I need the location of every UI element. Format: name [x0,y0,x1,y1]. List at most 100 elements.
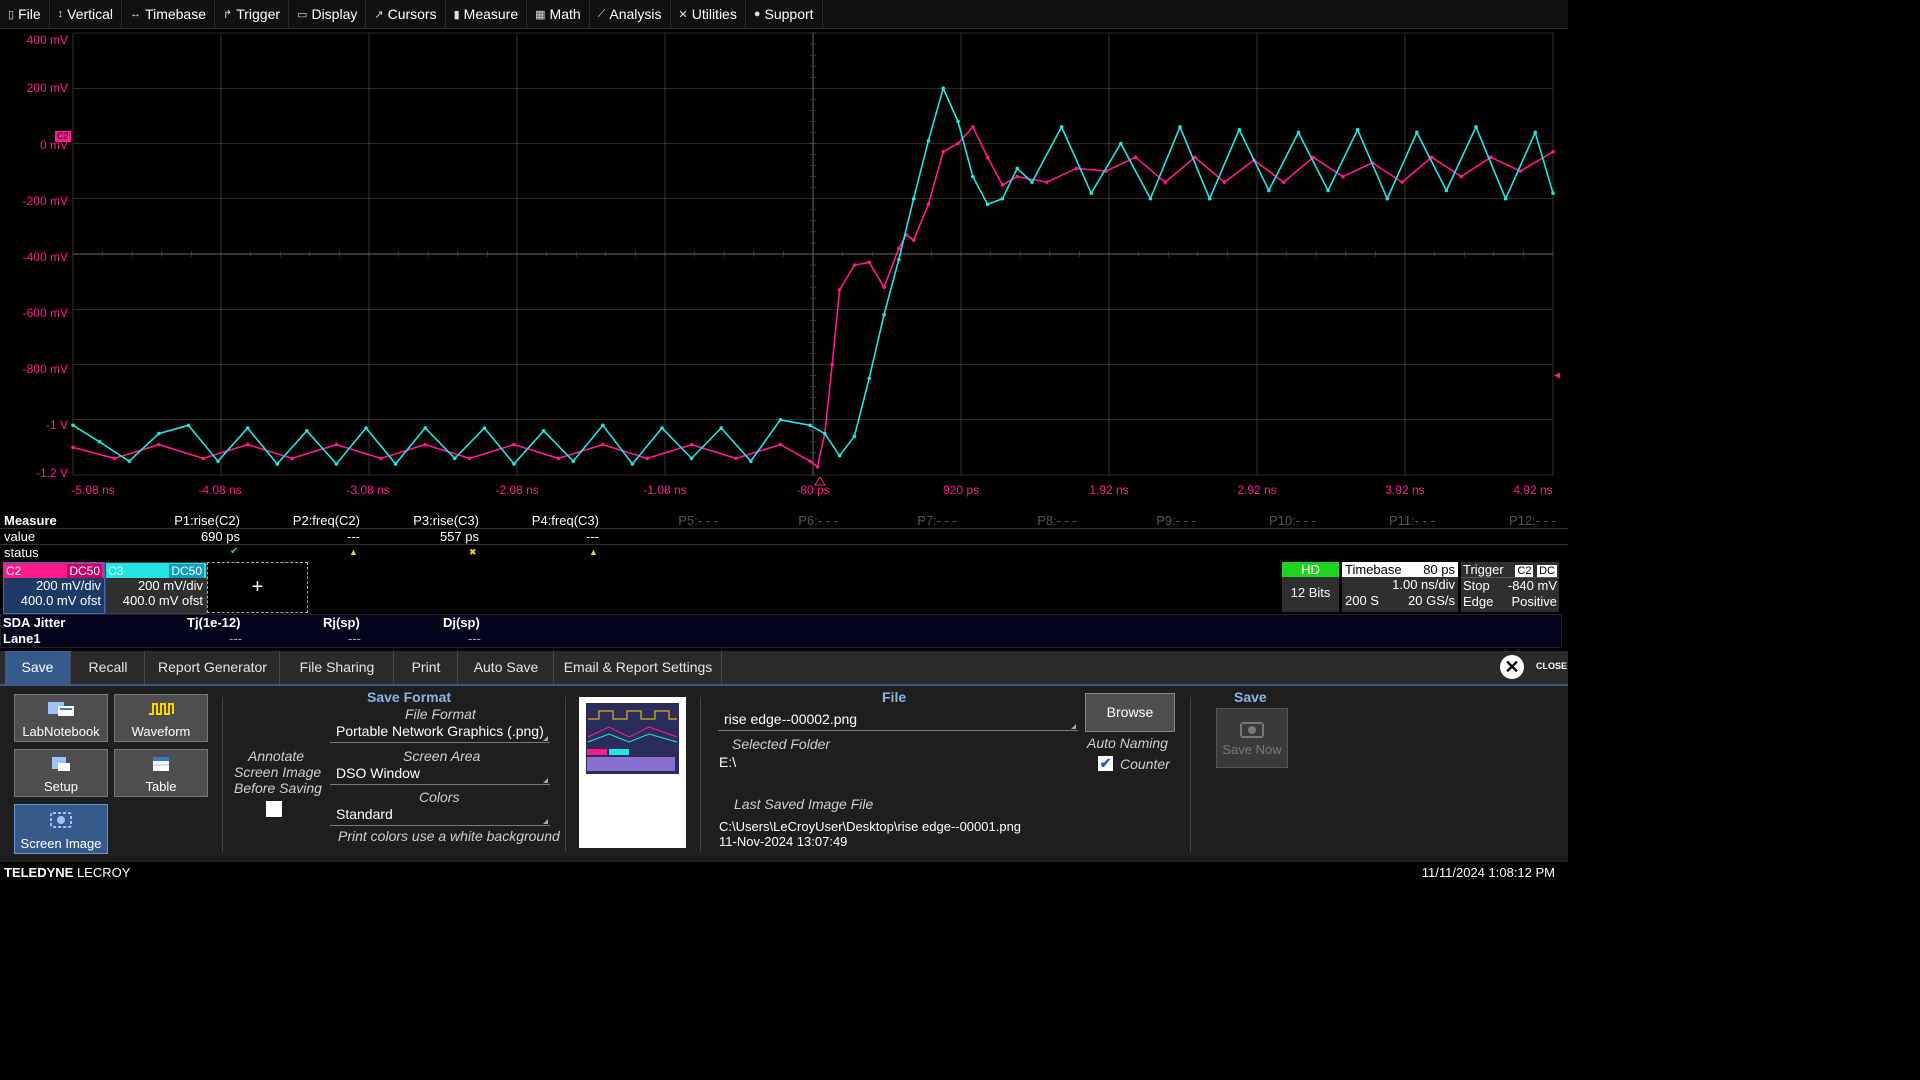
sample-point-c2 [201,456,206,461]
param-p8[interactable]: P8:- - - [1037,513,1077,528]
setup-button[interactable]: Setup [14,749,108,797]
measure-table: Measure value status P1:rise(C2) 690 ps … [0,511,1568,561]
tab-recall[interactable]: Recall [72,651,145,684]
menu-analysis[interactable]: ⟋ Analysis [590,0,671,28]
param-p5[interactable]: P5:- - - [678,513,718,528]
sample-point-c3 [867,376,872,381]
sample-point-c2 [290,456,294,461]
browse-button[interactable]: Browse [1085,693,1175,732]
sample-point-c3 [1385,196,1390,201]
menu-vertical[interactable]: ↕ Vertical [50,0,123,28]
sample-point-c2 [601,442,605,447]
tab-email-report-settings[interactable]: Email & Report Settings [555,651,722,684]
measure-icon: ▮ [453,8,460,21]
hd-status[interactable]: HD 12 Bits [1282,562,1339,612]
c2-name: C2 [6,563,22,578]
camera-icon [1217,719,1287,742]
camera-icon [15,805,107,833]
file-title: File [882,689,907,705]
sample-point-c2 [645,456,650,461]
sample-point-c3 [216,459,220,463]
sample-point-c3 [852,434,857,439]
menu-utilities[interactable]: ✕ Utilities [671,0,746,28]
timebase-descriptor[interactable]: Timebase 80 ps 1.00 ns/div 200 S 20 GS/s [1342,562,1458,612]
menu-display[interactable]: ▭ Display [289,0,367,28]
sample-point-c3 [305,429,309,433]
value-row-label: value [4,529,36,544]
menu-cursors[interactable]: ↗ Cursors [366,0,446,28]
close-icon[interactable]: ✕ [1500,655,1524,679]
channel-c3-descriptor[interactable]: C3 DC50 200 mV/div 400.0 mV ofst [105,562,207,614]
param-p2[interactable]: P2:freq(C2) [293,513,360,528]
param-p1[interactable]: P1:rise(C2) [174,513,240,528]
sample-point-c2 [808,459,812,463]
param-p9[interactable]: P9:- - - [1156,513,1196,528]
sample-point-c2 [867,260,872,265]
close-label[interactable]: CLOSE [1536,661,1567,671]
trigger-level-marker[interactable] [1554,372,1560,379]
sample-point-c3 [1267,188,1271,193]
c3-coupling: DC50 [169,563,204,578]
trigger-descriptor[interactable]: Trigger C2 DC Stop -840 mV Edge Positive [1461,562,1559,612]
param-p6[interactable]: P6:- - - [798,513,838,528]
menu-support[interactable]: ● Support [746,0,823,28]
menu-trigger[interactable]: ↱ Trigger [215,0,290,28]
menu-math[interactable]: ▦ Math [527,0,590,28]
menu-file[interactable]: ▯ File [0,0,50,28]
screen-image-button[interactable]: Screen Image [14,804,108,854]
channel-c2-descriptor[interactable]: C2 DC50 200 mV/div 400.0 mV ofst [3,562,105,614]
sample-point-c3 [571,459,576,463]
dropdown-arrow-icon [543,736,548,741]
waveform-grid[interactable]: 400 mV 200 mV 0 mV -200 mV -400 mV -600 … [0,28,1568,510]
sample-point-c3 [749,459,753,463]
menu-timebase[interactable]: ↔ Timebase [122,0,215,28]
tab-save[interactable]: Save [5,651,71,684]
waveform-label: Waveform [131,724,191,739]
waveform-button[interactable]: Waveform [114,694,208,742]
screen-area-select[interactable]: DSO Window [330,765,550,785]
param-p3[interactable]: P3:rise(C3) [413,513,479,528]
sample-point-c2 [1281,180,1286,184]
param-p10[interactable]: P10:- - - [1269,513,1316,528]
sample-point-c2 [985,155,990,160]
tab-file-sharing[interactable]: File Sharing [281,651,394,684]
utilities-icon: ✕ [678,8,688,21]
brand-light: LECROY [73,865,131,880]
x-label: 2.92 ns [1237,483,1277,497]
screen-area-value: DSO Window [336,765,421,781]
add-channel-button[interactable]: + [207,562,308,613]
menu-measure[interactable]: ▮ Measure [446,0,528,28]
sample-point-c3 [985,202,990,207]
filename-input[interactable]: rise edge--00002.png [718,711,1078,731]
sample-point-c3 [630,462,635,466]
sample-point-c2 [467,456,472,461]
sample-point-c2 [334,442,339,447]
file-format-select[interactable]: Portable Network Graphics (.png) [330,723,550,743]
c2-offset-marker[interactable]: C2 [55,131,71,142]
param-p4[interactable]: P4:freq(C3) [532,513,599,528]
file-format-label: File Format [405,706,476,722]
status-row-label: status [4,545,39,560]
counter-checkbox[interactable]: ✔ [1098,756,1113,771]
save-now-button[interactable]: Save Now [1216,708,1288,768]
param-p12[interactable]: P12:- - - [1509,513,1556,528]
sample-point-c3 [882,312,886,317]
sample-point-c2 [689,442,694,447]
param-p4-value: --- [586,529,599,544]
sample-point-c2 [423,442,428,447]
tab-report-generator[interactable]: Report Generator [146,651,280,684]
param-p7[interactable]: P7:- - - [917,513,957,528]
labnotebook-button[interactable]: LabNotebook [14,694,108,742]
param-p11[interactable]: P11:- - - [1389,513,1435,528]
sample-point-c3 [1533,130,1538,135]
sda-jitter-table[interactable]: SDA Jitter Lane1 Tj(1e-12) --- Rj(sp) --… [0,614,1562,648]
separator [1190,697,1191,852]
annotate-checkbox[interactable] [266,801,282,817]
sample-point-c2 [734,456,738,461]
tab-auto-save[interactable]: Auto Save [459,651,554,684]
sample-point-c3 [1148,196,1153,201]
status-warning-icon: ▲ [349,547,358,557]
table-button[interactable]: Table [114,749,208,797]
colors-select[interactable]: Standard [330,806,550,826]
tab-print[interactable]: Print [395,651,458,684]
